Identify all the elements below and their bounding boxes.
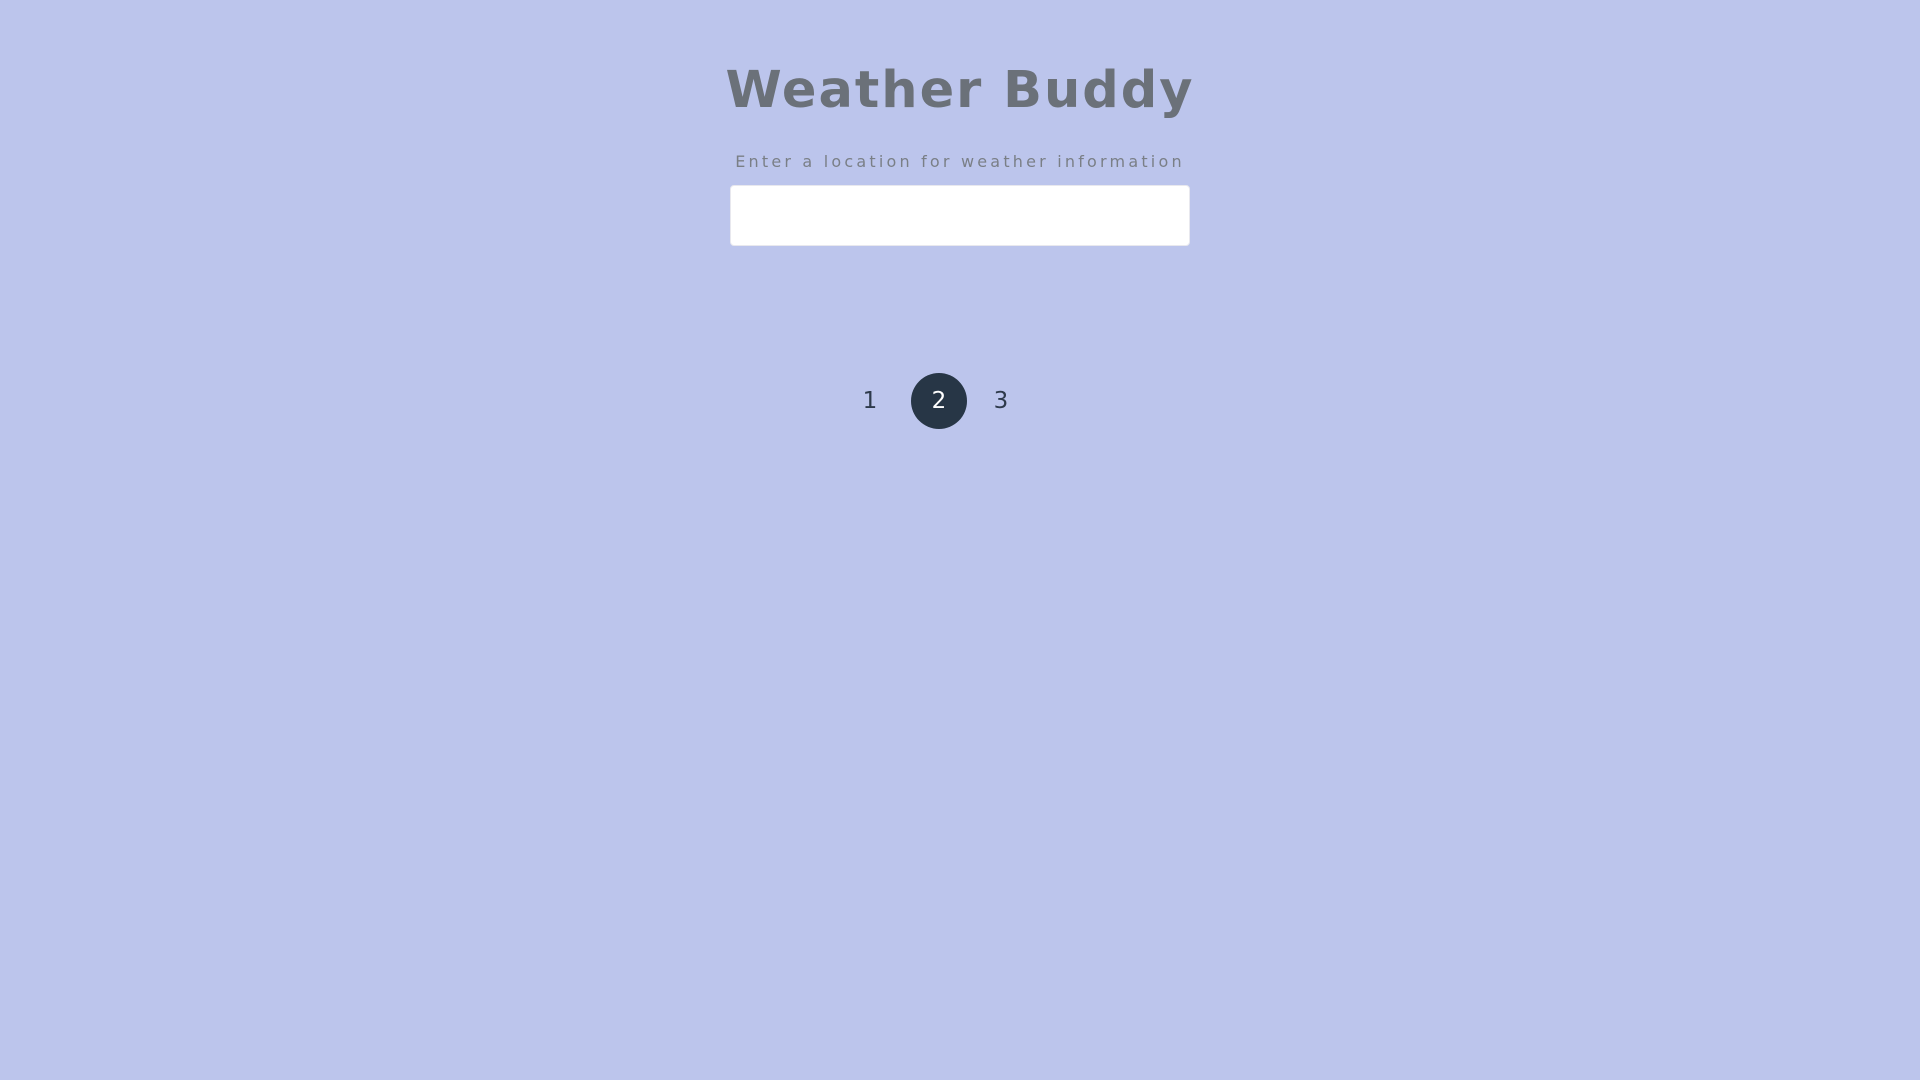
page-title: Weather Buddy: [725, 61, 1195, 120]
page-3-button[interactable]: 3: [973, 373, 1029, 429]
pagination: 1 2 3: [842, 373, 1065, 429]
location-prompt: Enter a location for weather information: [735, 152, 1185, 171]
weather-app: Weather Buddy Enter a location for weath…: [0, 0, 1920, 1080]
page-2-button[interactable]: 2: [911, 373, 967, 429]
location-input[interactable]: [730, 185, 1190, 246]
page-1-button[interactable]: 1: [842, 373, 898, 429]
